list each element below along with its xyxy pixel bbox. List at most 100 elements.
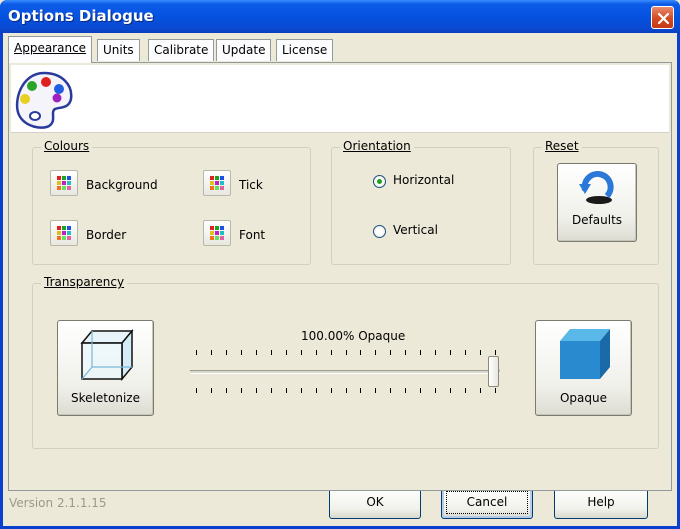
slider-tick xyxy=(271,388,272,393)
opaque-button[interactable]: Opaque xyxy=(535,320,632,416)
color-grid-icon xyxy=(210,226,224,240)
slider-tick xyxy=(196,388,197,393)
skeletonize-button[interactable]: Skeletonize xyxy=(57,320,154,416)
tick-colour-button[interactable] xyxy=(203,170,231,196)
tab-calibrate-label: Calibrate xyxy=(154,43,209,57)
tab-appearance[interactable]: Appearance xyxy=(8,36,93,63)
font-colour-button[interactable] xyxy=(203,220,231,246)
slider-tick xyxy=(420,350,421,355)
slider-tick xyxy=(450,350,451,355)
slider-tick xyxy=(495,388,496,393)
slider-tick xyxy=(241,350,242,355)
slider-tick xyxy=(480,350,481,355)
close-icon xyxy=(657,12,670,25)
slider-tick xyxy=(196,350,197,355)
tab-update[interactable]: Update xyxy=(216,39,272,61)
tab-license[interactable]: License xyxy=(276,39,334,61)
solid-cube-icon xyxy=(560,329,610,379)
cancel-button-label: Cancel xyxy=(466,495,508,509)
tab-calibrate[interactable]: Calibrate xyxy=(148,39,215,61)
horizontal-radio-label[interactable]: Horizontal xyxy=(393,173,454,187)
slider-tick xyxy=(271,350,272,355)
header-strip xyxy=(11,65,669,133)
font-colour-label[interactable]: Font xyxy=(239,228,265,242)
slider-tick xyxy=(375,350,376,355)
transparency-legend: Transparency xyxy=(41,275,128,289)
appearance-tab-panel: Colours Background Tick Border Font Orie… xyxy=(8,62,672,491)
slider-tick xyxy=(346,350,347,355)
slider-tick xyxy=(301,350,302,355)
tab-units-label: Units xyxy=(103,43,134,57)
options-dialog-window: Options Dialogue Appearance Units Calibr… xyxy=(0,0,680,529)
transparency-slider-track[interactable] xyxy=(190,370,500,374)
close-button[interactable] xyxy=(651,6,674,29)
slider-tick xyxy=(316,350,317,355)
title-bar[interactable]: Options Dialogue xyxy=(0,0,680,33)
slider-tick xyxy=(375,388,376,393)
slider-tick xyxy=(226,350,227,355)
background-colour-button[interactable] xyxy=(50,170,78,196)
slider-tick xyxy=(435,388,436,393)
horizontal-radio[interactable] xyxy=(373,175,386,188)
background-colour-label[interactable]: Background xyxy=(86,178,158,192)
slider-tick xyxy=(465,388,466,393)
slider-tick xyxy=(316,388,317,393)
tab-appearance-label: Appearance xyxy=(14,41,87,55)
slider-ticks-top xyxy=(196,350,496,356)
transparency-caption: 100.00% Opaque xyxy=(301,329,406,343)
slider-tick xyxy=(286,388,287,393)
slider-tick xyxy=(465,350,466,355)
slider-tick xyxy=(390,350,391,355)
orientation-legend: Orientation xyxy=(340,139,414,153)
slider-tick xyxy=(480,388,481,393)
refresh-arrow-icon xyxy=(579,170,614,204)
defaults-button[interactable]: Defaults xyxy=(557,163,637,242)
defaults-button-label: Defaults xyxy=(571,213,623,227)
version-label: Version 2.1.1.15 xyxy=(9,496,107,510)
reset-legend: Reset xyxy=(542,139,582,153)
slider-tick xyxy=(435,350,436,355)
ok-button-label: OK xyxy=(366,495,384,509)
slider-ticks-bottom xyxy=(196,388,496,394)
slider-tick xyxy=(450,388,451,393)
slider-tick xyxy=(360,388,361,393)
tab-update-label: Update xyxy=(222,43,266,57)
skeletonize-button-label: Skeletonize xyxy=(71,391,140,405)
slider-tick xyxy=(286,350,287,355)
slider-tick xyxy=(390,388,391,393)
colours-group: Colours Background Tick Border Font xyxy=(32,139,311,265)
colours-legend: Colours xyxy=(41,139,93,153)
slider-tick xyxy=(301,388,302,393)
opaque-button-label: Opaque xyxy=(559,391,608,405)
slider-tick xyxy=(241,388,242,393)
slider-tick xyxy=(256,350,257,355)
orientation-group: Orientation Horizontal Vertical xyxy=(331,139,511,265)
slider-tick xyxy=(331,350,332,355)
color-grid-icon xyxy=(210,176,224,190)
slider-tick xyxy=(331,388,332,393)
slider-tick xyxy=(226,388,227,393)
border-colour-button[interactable] xyxy=(50,220,78,246)
vertical-radio[interactable] xyxy=(373,225,386,238)
slider-tick xyxy=(405,350,406,355)
slider-tick xyxy=(211,388,212,393)
slider-tick xyxy=(420,388,421,393)
vertical-radio-label[interactable]: Vertical xyxy=(393,223,438,237)
slider-tick xyxy=(360,350,361,355)
color-grid-icon xyxy=(57,226,71,240)
slider-tick xyxy=(346,388,347,393)
tab-units[interactable]: Units xyxy=(97,39,140,61)
help-button-label: Help xyxy=(587,495,615,509)
slider-tick xyxy=(256,388,257,393)
transparency-slider-thumb[interactable] xyxy=(488,356,499,387)
tab-license-label: License xyxy=(282,43,328,57)
slider-tick xyxy=(211,350,212,355)
slider-tick xyxy=(405,388,406,393)
color-grid-icon xyxy=(57,176,71,190)
palette-icon xyxy=(15,71,73,129)
transparency-group: Transparency Skeletonize 100.00% Opaque xyxy=(32,275,659,449)
tick-colour-label[interactable]: Tick xyxy=(239,178,263,192)
dialog-client-area: Appearance Units Calibrate Update Licens… xyxy=(3,33,677,526)
window-title: Options Dialogue xyxy=(8,7,154,25)
border-colour-label[interactable]: Border xyxy=(86,228,126,242)
